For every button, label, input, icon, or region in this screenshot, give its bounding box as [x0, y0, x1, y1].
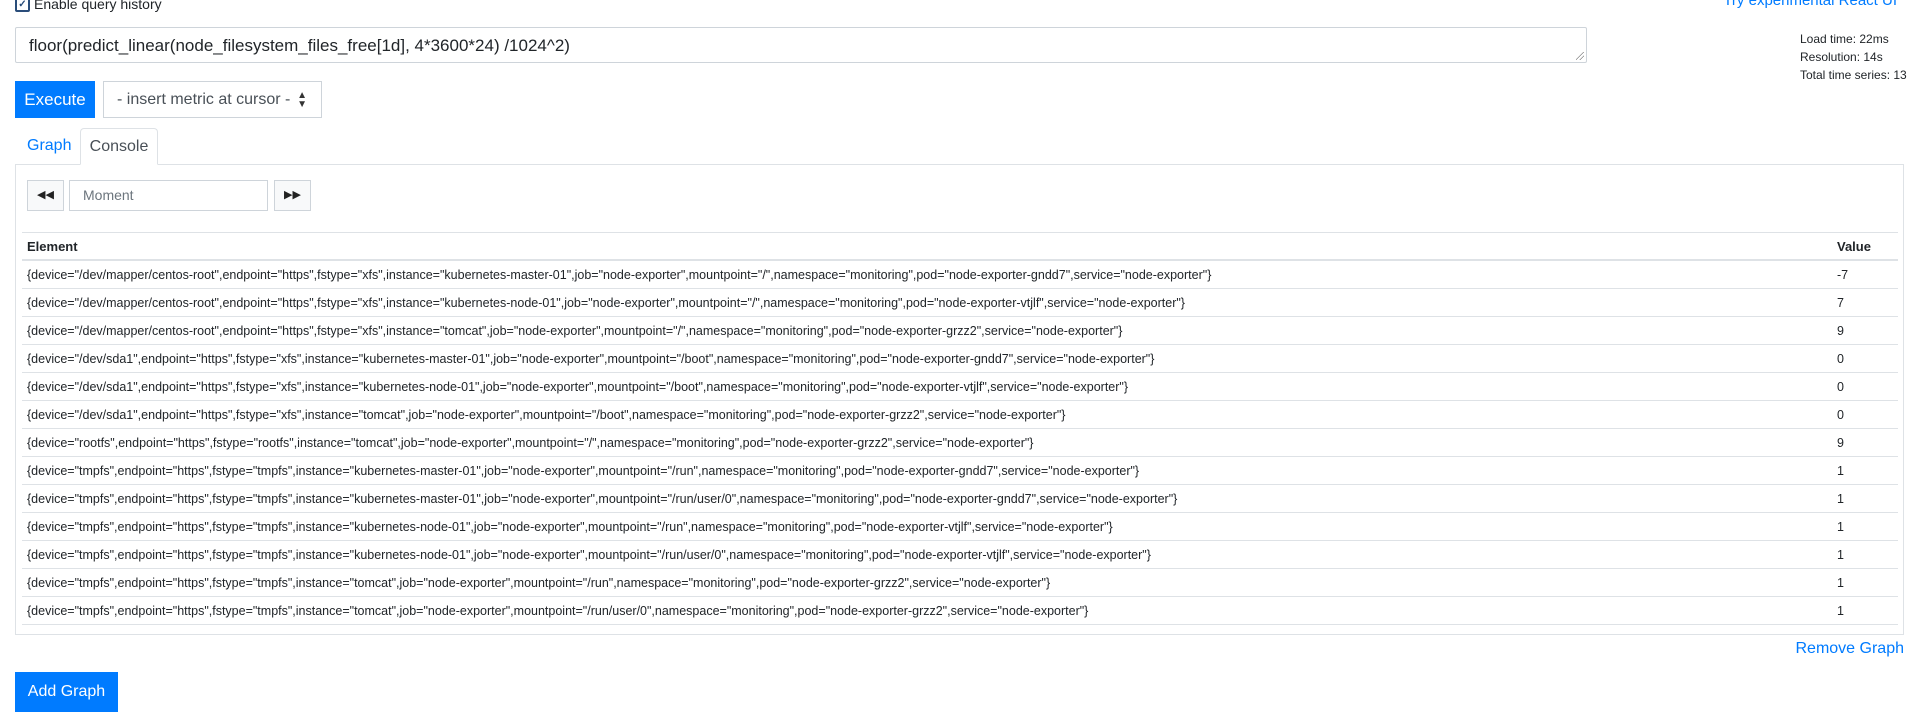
series-value: 0: [1832, 372, 1898, 401]
series-labels: {device="/dev/mapper/centos-root",endpoi…: [22, 260, 1832, 289]
series-value: 7: [1832, 288, 1898, 317]
series-labels: {device="tmpfs",endpoint="https",fstype=…: [22, 540, 1832, 569]
expression-input[interactable]: floor(predict_linear(node_filesystem_fil…: [15, 27, 1587, 63]
series-value: 1: [1832, 456, 1898, 485]
insert-metric-value: - insert metric at cursor -: [117, 91, 291, 108]
table-row: {device="tmpfs",endpoint="https",fstype=…: [22, 540, 1898, 569]
series-labels: {device="/dev/sda1",endpoint="https",fst…: [22, 344, 1832, 373]
tab-graph[interactable]: Graph: [15, 128, 83, 164]
series-value: 0: [1832, 400, 1898, 429]
load-time: Load time: 22ms: [1800, 32, 1889, 46]
select-arrows-icon: ▲ ▼: [297, 90, 307, 110]
series-labels: {device="tmpfs",endpoint="https",fstype=…: [22, 568, 1832, 597]
series-labels: {device="tmpfs",endpoint="https",fstype=…: [22, 512, 1832, 541]
execute-button[interactable]: Execute: [15, 81, 95, 118]
time-back-button[interactable]: ◀◀: [27, 180, 64, 211]
add-graph-button[interactable]: Add Graph: [15, 672, 118, 712]
column-header-element: Element: [22, 232, 1832, 261]
table-row: {device="tmpfs",endpoint="https",fstype=…: [22, 456, 1898, 485]
series-value: 0: [1832, 344, 1898, 373]
table-row: {device="tmpfs",endpoint="https",fstype=…: [22, 484, 1898, 513]
series-value: -7: [1832, 260, 1898, 289]
table-row: {device="/dev/mapper/centos-root",endpoi…: [22, 288, 1898, 317]
series-labels: {device="tmpfs",endpoint="https",fstype=…: [22, 456, 1832, 485]
series-value: 9: [1832, 428, 1898, 457]
tab-console[interactable]: Console: [80, 128, 158, 165]
series-labels: {device="/dev/sda1",endpoint="https",fst…: [22, 400, 1832, 429]
series-value: 1: [1832, 540, 1898, 569]
table-row: {device="tmpfs",endpoint="https",fstype=…: [22, 568, 1898, 597]
series-labels: {device="tmpfs",endpoint="https",fstype=…: [22, 596, 1832, 625]
query-history-toggle[interactable]: ✓ Enable query history: [15, 0, 162, 12]
query-stats: Load time: 22ms Resolution: 14s Total ti…: [1800, 30, 1907, 84]
table-row: {device="tmpfs",endpoint="https",fstype=…: [22, 596, 1898, 625]
table-row: {device="/dev/sda1",endpoint="https",fst…: [22, 400, 1898, 429]
total-time-series: Total time series: 13: [1800, 68, 1907, 82]
series-labels: {device="/dev/mapper/centos-root",endpoi…: [22, 288, 1832, 317]
results-table: Element Value {device="/dev/mapper/cento…: [22, 232, 1898, 625]
react-ui-link[interactable]: Try experimental React UI: [1723, 0, 1897, 9]
series-labels: {device="tmpfs",endpoint="https",fstype=…: [22, 484, 1832, 513]
table-row: {device="/dev/mapper/centos-root",endpoi…: [22, 316, 1898, 345]
table-row: {device="/dev/sda1",endpoint="https",fst…: [22, 372, 1898, 401]
insert-metric-select[interactable]: - insert metric at cursor - ▲ ▼: [103, 81, 322, 118]
series-value: 9: [1832, 316, 1898, 345]
series-value: 1: [1832, 512, 1898, 541]
series-value: 1: [1832, 596, 1898, 625]
forward-icon: ▶▶: [284, 189, 301, 201]
query-history-label: Enable query history: [34, 0, 162, 12]
table-row: {device="tmpfs",endpoint="https",fstype=…: [22, 512, 1898, 541]
expression-text: floor(predict_linear(node_filesystem_fil…: [29, 36, 570, 55]
series-value: 1: [1832, 568, 1898, 597]
series-labels: {device="rootfs",endpoint="https",fstype…: [22, 428, 1832, 457]
series-value: 1: [1832, 484, 1898, 513]
series-labels: {device="/dev/mapper/centos-root",endpoi…: [22, 316, 1832, 345]
moment-input[interactable]: Moment: [69, 180, 268, 211]
table-row: {device="/dev/sda1",endpoint="https",fst…: [22, 344, 1898, 373]
backward-icon: ◀◀: [37, 189, 54, 201]
table-row: {device="rootfs",endpoint="https",fstype…: [22, 428, 1898, 457]
checkbox-checked-icon[interactable]: ✓: [15, 0, 30, 12]
remove-graph-link[interactable]: Remove Graph: [1796, 640, 1905, 658]
series-labels: {device="/dev/sda1",endpoint="https",fst…: [22, 372, 1832, 401]
table-row: {device="/dev/mapper/centos-root",endpoi…: [22, 260, 1898, 289]
time-forward-button[interactable]: ▶▶: [274, 180, 311, 211]
resize-handle-icon[interactable]: [1576, 52, 1584, 60]
column-header-value: Value: [1832, 232, 1898, 261]
resolution: Resolution: 14s: [1800, 50, 1883, 64]
